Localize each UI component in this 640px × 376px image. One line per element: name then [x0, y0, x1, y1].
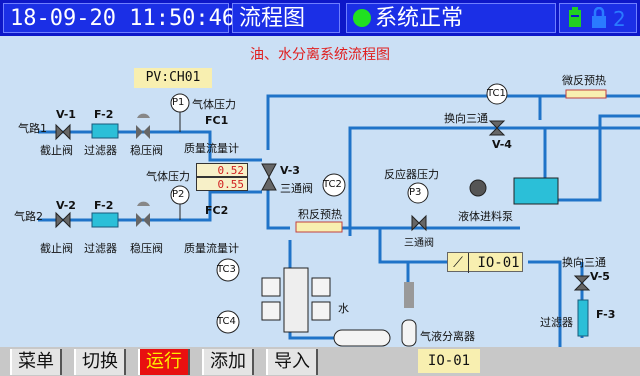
micro-preheat-label: 微反预热 [562, 74, 606, 87]
reverse-valve2-label: 换向三通 [562, 256, 606, 269]
f2-gas2-tag: F-2 [94, 199, 114, 212]
accumulate-preheat-label: 积反预热 [298, 208, 342, 221]
gas2-valve-label: 截止阀 [40, 242, 73, 255]
tc4-label: TC4 [217, 316, 236, 327]
fc1-label: 质量流量计 [184, 142, 239, 155]
io-switch-box[interactable]: ⟋ IO-01 [447, 252, 523, 273]
filter3-label: 过滤器 [540, 316, 573, 329]
gas-liquid-separator [401, 319, 417, 347]
p2-label: P2 [172, 189, 185, 200]
process-flow-screen: 18-09-20 11:50:46 流程图 系统正常 2 油、水分离系统流程图 [0, 0, 640, 376]
valve-v1[interactable] [55, 123, 71, 141]
heat-block-3 [311, 277, 331, 297]
reverse-valve-label: 换向三通 [444, 112, 488, 125]
reactor-column [283, 267, 309, 333]
add-button[interactable]: 添加 [202, 349, 254, 375]
f3-tag: F-3 [596, 308, 616, 321]
regulator-gas2 [136, 201, 150, 227]
valve-v2[interactable] [55, 211, 71, 229]
liquid-tank [513, 177, 559, 205]
fc2-tag: FC2 [205, 204, 229, 217]
three-way-valve-v3[interactable] [261, 163, 277, 191]
heat-block-1 [261, 277, 281, 297]
reactor-valve-label: 三通阀 [404, 238, 434, 249]
reverse-valve-v5[interactable] [573, 275, 591, 291]
f2-gas1-tag: F-2 [94, 108, 114, 121]
separator-label: 气液分离器 [420, 330, 475, 343]
filter-f2-gas1 [91, 123, 119, 139]
gas2-line-label: 气路2 [14, 210, 43, 223]
micro-preheat-heater [565, 89, 607, 99]
tc1-label: TC1 [487, 88, 506, 99]
tc2-label: TC2 [323, 179, 342, 190]
gas1-pressure-label: 气体压力 [192, 98, 236, 111]
p3-label: P3 [409, 187, 422, 198]
fc2-label: 质量流量计 [184, 242, 239, 255]
accumulate-preheat-heater [295, 221, 343, 233]
v1-tag: V-1 [56, 108, 76, 121]
reactor-pressure-label: 反应器压力 [384, 168, 439, 181]
tc3-label: TC3 [217, 264, 236, 275]
heat-block-2 [261, 301, 281, 321]
gas2-regulator-label: 稳压阀 [130, 242, 163, 255]
v4-tag: V-4 [492, 138, 512, 151]
heat-block-4 [311, 301, 331, 321]
menu-button[interactable]: 菜单 [10, 349, 62, 375]
bottom-menu: 菜单 切换 运行 添加 导入 IO-01 [0, 347, 640, 376]
gas2-filter-label: 过滤器 [84, 242, 117, 255]
gas1-regulator-label: 稳压阀 [130, 144, 163, 157]
p1-label: P1 [172, 97, 185, 108]
run-button[interactable]: 运行 [138, 349, 190, 375]
gas1-valve-label: 截止阀 [40, 144, 73, 157]
pump-icon [469, 179, 487, 197]
switch-button[interactable]: 切换 [74, 349, 126, 375]
water-label: 水 [338, 302, 349, 315]
water-vessel [333, 329, 391, 347]
v2-tag: V-2 [56, 199, 76, 212]
pv-tag: PV:CH01 [134, 68, 212, 88]
pressure-value-1: 0.52 [196, 163, 248, 177]
v5-tag: V-5 [590, 270, 610, 283]
pressure-value-2: 0.55 [196, 177, 248, 191]
pump-label: 液体进料泵 [458, 210, 513, 223]
io-tag: IO-01 [477, 255, 520, 271]
pressure-readout-label: 气体压力 [146, 170, 190, 183]
level-sensor [404, 282, 414, 308]
v3-tag: V-3 [280, 164, 300, 177]
switch-icon: ⟋ [448, 253, 469, 273]
current-tag: IO-01 [418, 349, 480, 373]
filter-f3 [577, 299, 589, 337]
fc1-tag: FC1 [205, 114, 229, 127]
filter-f2-gas2 [91, 212, 119, 228]
gas1-line-label: 气路1 [18, 122, 47, 135]
v3-label: 三通阀 [280, 182, 313, 195]
import-button[interactable]: 导入 [266, 349, 318, 375]
gas1-filter-label: 过滤器 [84, 144, 117, 157]
regulator-gas1 [136, 113, 150, 139]
